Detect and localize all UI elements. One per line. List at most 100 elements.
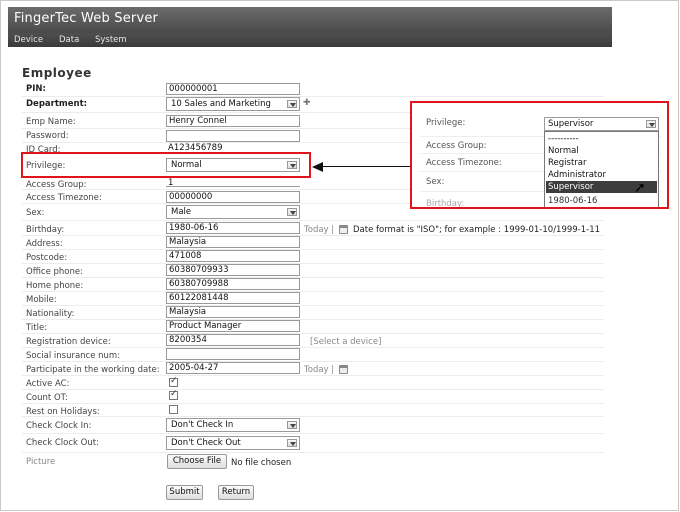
chevron-down-icon (287, 208, 297, 216)
row-divider (22, 319, 604, 320)
row-divider (22, 291, 604, 292)
birthday-today-link[interactable]: Today | (304, 225, 334, 235)
select-device-link[interactable]: [Select a device] (310, 337, 381, 347)
row-divider (22, 305, 604, 306)
add-department-icon[interactable]: ✚ (303, 98, 311, 108)
postcode-label: Postcode: (26, 253, 68, 263)
nav-system[interactable]: System (95, 35, 127, 45)
emp-name-label: Emp Name: (26, 117, 76, 127)
access-timezone-input[interactable]: 00000000 (166, 191, 300, 203)
mobile-input[interactable]: 60122081448 (166, 292, 300, 304)
row-divider (22, 452, 604, 453)
check-out-value: Don't Check Out (171, 438, 241, 448)
arrow-left-icon (312, 162, 323, 172)
registration-device-label: Registration device: (26, 337, 111, 347)
rest-holidays-checkbox[interactable] (169, 405, 178, 414)
check-out-select[interactable]: Don't Check Out (166, 436, 300, 450)
nav-device[interactable]: Device (14, 35, 43, 45)
row-divider (22, 433, 604, 434)
chevron-down-icon (287, 161, 297, 169)
row-divider (22, 416, 604, 417)
working-date-label: Participate in the working date: (26, 365, 160, 375)
access-timezone-label: Access Timezone: (26, 193, 102, 203)
social-insurance-label: Social insurance num: (26, 351, 121, 361)
nationality-label: Nationality: (26, 309, 75, 319)
check-out-label: Check Clock Out: (26, 438, 99, 448)
callout-birthday-value: 1980-06-16 (548, 196, 598, 206)
return-button[interactable]: Return (218, 485, 254, 500)
title-input[interactable]: Product Manager (166, 320, 300, 332)
callout-access-group-label: Access Group: (426, 141, 487, 151)
check-in-value: Don't Check In (171, 420, 234, 430)
mouse-cursor-icon: ➚ (634, 180, 646, 196)
row-divider (22, 263, 604, 264)
count-ot-checkbox[interactable] (169, 389, 178, 400)
registration-device-input[interactable]: 8200354 (166, 334, 300, 346)
privilege-dropdown-callout: Privilege: Supervisor Access Group: Acce… (410, 101, 669, 209)
address-input[interactable]: Malaysia (166, 236, 300, 248)
emp-name-input[interactable]: Henry Connel (166, 115, 300, 127)
pin-input[interactable]: 000000001 (166, 83, 300, 95)
sex-label: Sex: (26, 208, 45, 218)
calendar-icon[interactable] (339, 225, 348, 234)
department-value: 10 Sales and Marketing (171, 99, 271, 109)
home-phone-label: Home phone: (26, 281, 84, 291)
dropdown-option[interactable]: ---------- (546, 133, 657, 145)
chevron-down-icon (287, 100, 297, 108)
row-divider (22, 277, 604, 278)
sex-value: Male (171, 207, 192, 217)
active-ac-checkbox[interactable] (169, 376, 178, 387)
title-bar: FingerTec Web Server (8, 7, 612, 33)
check-in-label: Check Clock In: (26, 421, 92, 431)
department-select[interactable]: 10 Sales and Marketing (166, 97, 300, 111)
active-ac-label: Active AC: (26, 379, 70, 389)
sex-select[interactable]: Male (166, 205, 300, 219)
row-divider (22, 96, 604, 97)
row-divider (22, 333, 604, 334)
row-divider (22, 403, 604, 404)
birthday-label: Birthday: (26, 225, 65, 235)
callout-sex-label: Sex: (426, 177, 445, 187)
page-frame (0, 0, 679, 511)
submit-button[interactable]: Submit (166, 485, 203, 500)
callout-privilege-select[interactable]: Supervisor (544, 117, 659, 131)
pin-label: PIN: (26, 84, 46, 94)
office-phone-label: Office phone: (26, 267, 83, 277)
privilege-value: Normal (171, 160, 202, 170)
picture-label: Picture (26, 457, 56, 467)
row-divider (22, 375, 604, 376)
app-header: FingerTec Web Server Device Data System (8, 7, 612, 47)
dropdown-option-normal[interactable]: Normal (546, 145, 657, 157)
access-group-input[interactable]: 1 (166, 178, 300, 187)
calendar-icon[interactable] (339, 365, 348, 374)
birthday-input[interactable]: 1980-06-16 (166, 222, 300, 234)
home-phone-input[interactable]: 60380709988 (166, 278, 300, 290)
row-divider (22, 389, 604, 390)
check-in-select[interactable]: Don't Check In (166, 418, 300, 432)
arrow-connector (322, 166, 411, 167)
choose-file-button[interactable]: Choose File (167, 454, 227, 469)
office-phone-input[interactable]: 60380709933 (166, 264, 300, 276)
working-date-input[interactable]: 2005-04-27 (166, 362, 300, 374)
nationality-input[interactable]: Malaysia (166, 306, 300, 318)
nav-data[interactable]: Data (59, 35, 79, 45)
address-label: Address: (26, 239, 63, 249)
dropdown-option-registrar[interactable]: Registrar (546, 157, 657, 169)
row-divider (22, 235, 604, 236)
app-title: FingerTec Web Server (14, 11, 159, 26)
social-insurance-input[interactable] (166, 348, 300, 360)
department-label: Department: (26, 99, 88, 109)
callout-access-timezone-label: Access Timezone: (426, 158, 502, 168)
privilege-dropdown-list: ---------- Normal Registrar Administrato… (544, 131, 659, 207)
chevron-down-icon (646, 120, 656, 128)
password-input[interactable] (166, 130, 300, 142)
row-divider (22, 220, 604, 221)
chevron-down-icon (287, 421, 297, 429)
privilege-label: Privilege: (26, 161, 66, 171)
working-date-today-link[interactable]: Today | (304, 365, 334, 375)
page-title: Employee (22, 66, 92, 80)
row-divider (22, 347, 604, 348)
privilege-select[interactable]: Normal (166, 158, 300, 172)
date-format-note: Date format is "ISO"; for example : 1999… (353, 225, 601, 235)
postcode-input[interactable]: 471008 (166, 250, 300, 262)
